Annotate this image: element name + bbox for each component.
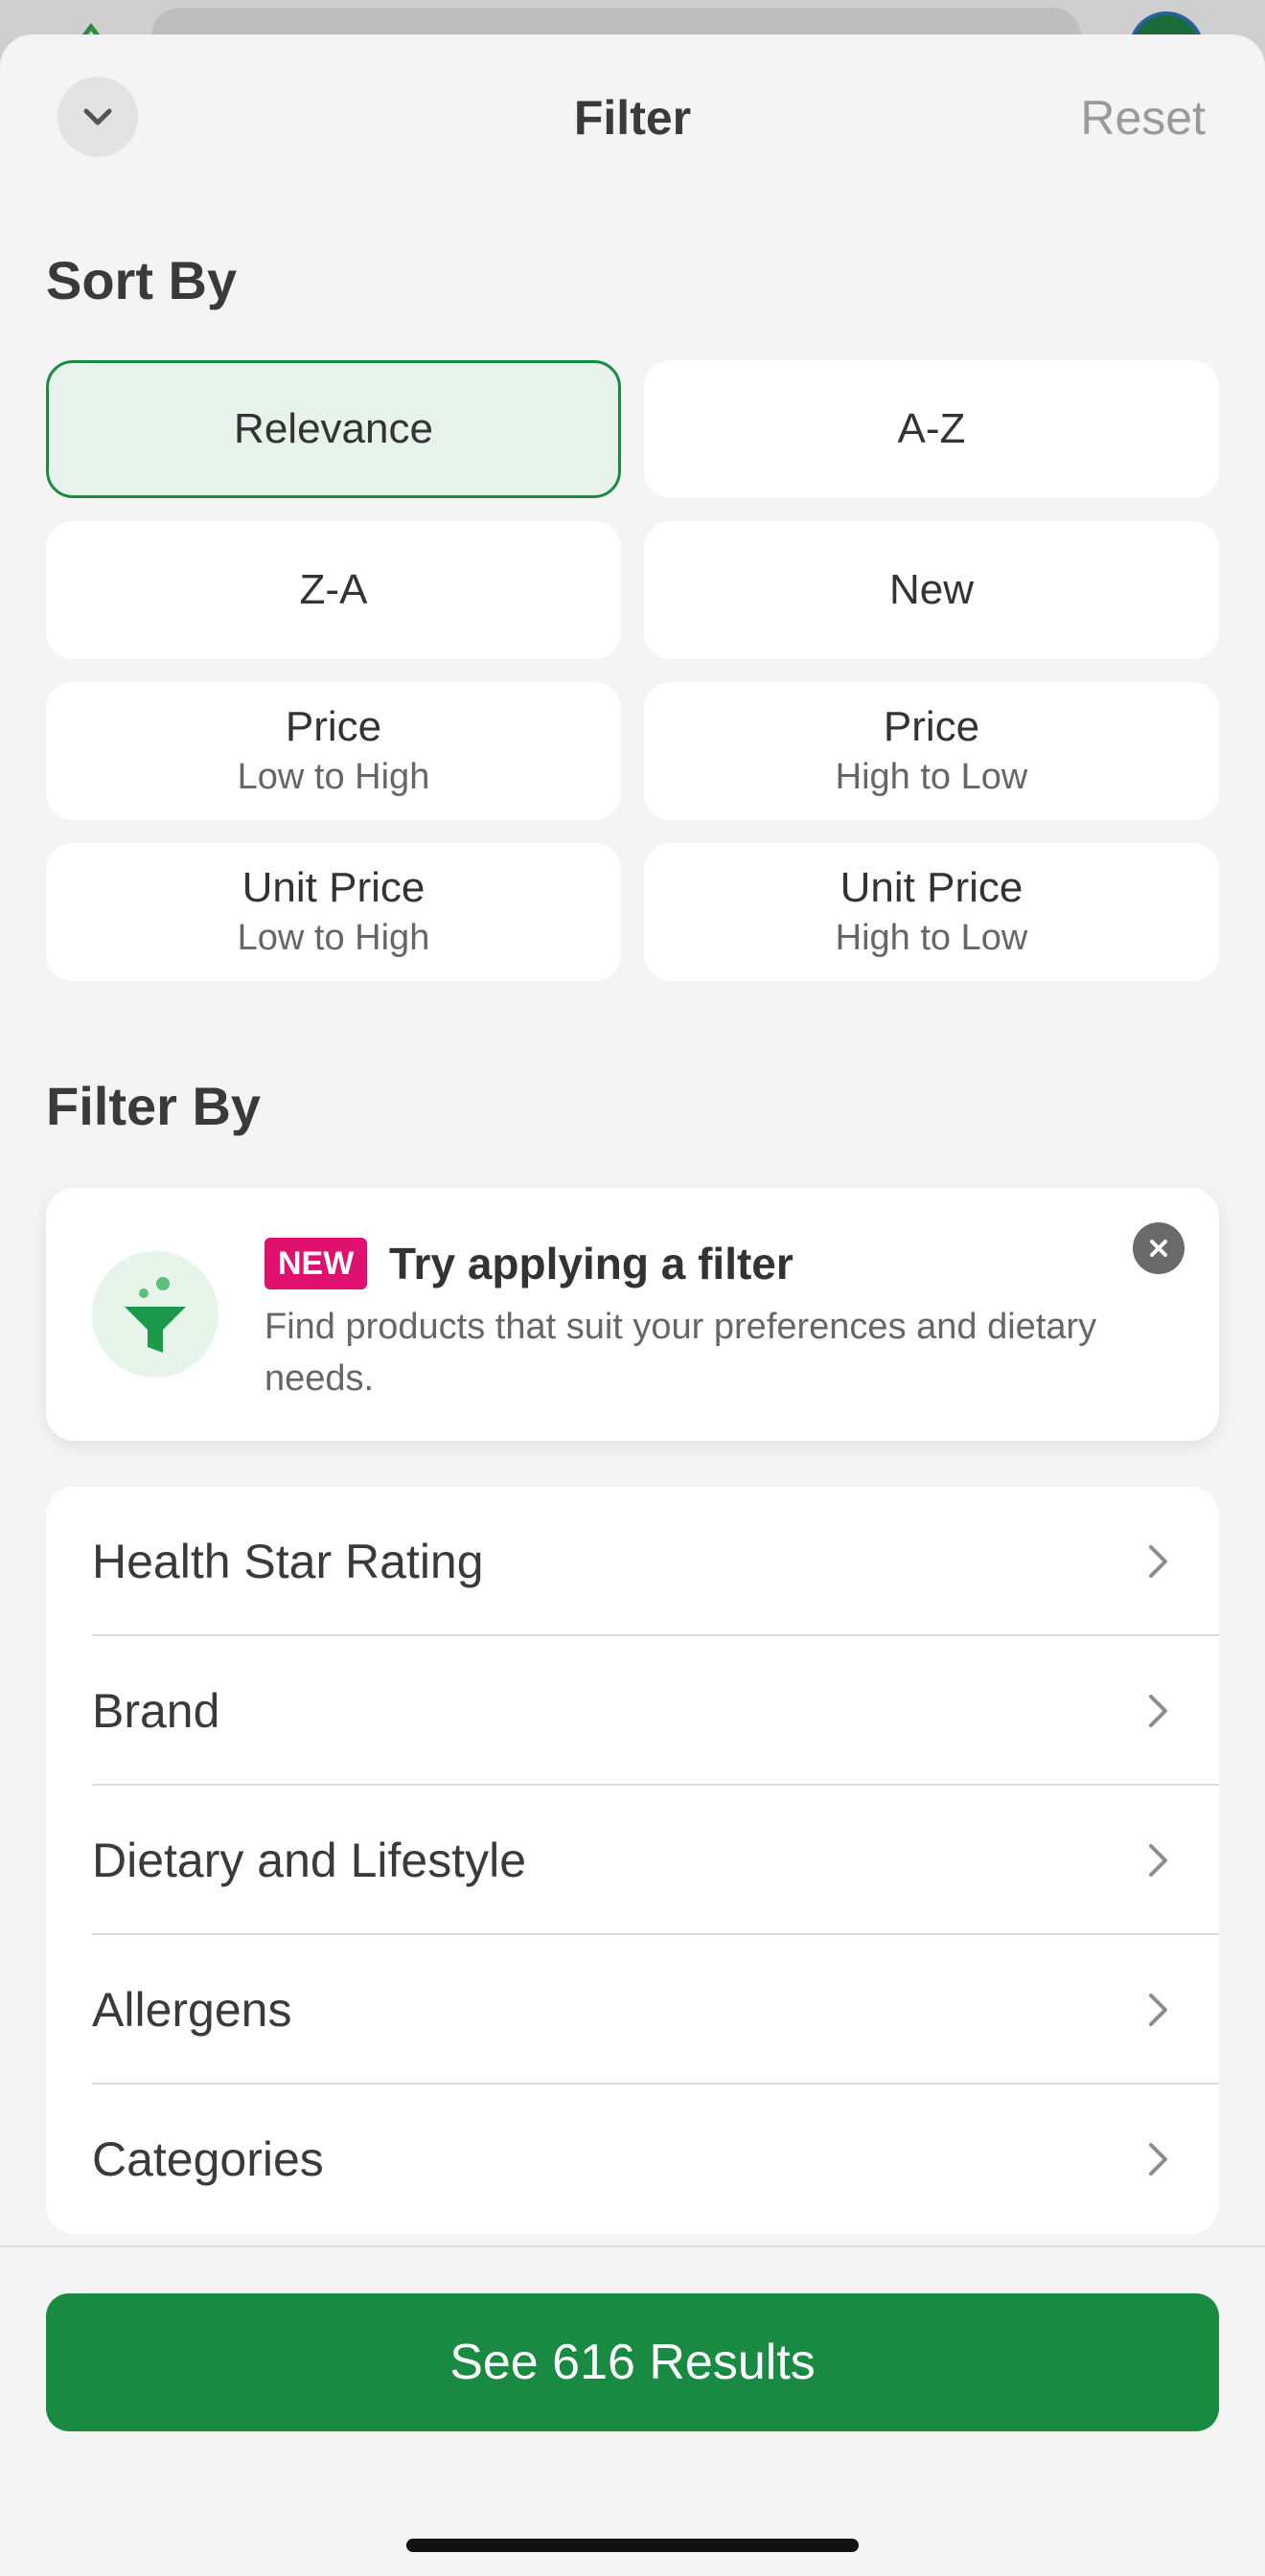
sort-option-label: A-Z [897,405,966,452]
sort-option-sublabel: Low to High [237,918,430,958]
filter-promo-card: NEW Try applying a filter Find products … [46,1188,1219,1441]
filter-item-label: Categories [92,2132,324,2186]
sort-option-sublabel: High to Low [835,757,1028,797]
sort-option-unit-price-high-low[interactable]: Unit Price High to Low [644,843,1219,981]
page-title: Filter [573,91,692,145]
home-indicator [406,2539,859,2552]
sort-option-sublabel: High to Low [835,918,1028,958]
sort-option-price-high-low[interactable]: Price High to Low [644,682,1219,820]
footer-divider [0,2245,1265,2247]
sort-option-label: Price [883,703,980,750]
sort-option-new[interactable]: New [644,521,1219,659]
filter-item-dietary-and-lifestyle[interactable]: Dietary and Lifestyle [46,1786,1219,1935]
sort-option-label: Unit Price [242,864,426,911]
filter-item-label: Allergens [92,1983,292,2037]
sort-option-price-low-high[interactable]: Price Low to High [46,682,621,820]
chevron-right-icon [1149,1695,1167,1727]
sheet-header: Filter Reset [0,34,1265,197]
filter-item-categories[interactable]: Categories [46,2085,1219,2234]
chevron-right-icon [1149,1545,1167,1578]
filter-funnel-icon [92,1251,218,1378]
sort-option-z-a[interactable]: Z-A [46,521,621,659]
sort-option-label: Relevance [234,405,433,452]
see-results-button[interactable]: See 616 Results [46,2293,1219,2431]
chevron-right-icon [1149,1994,1167,2026]
sort-option-unit-price-low-high[interactable]: Unit Price Low to High [46,843,621,981]
filter-item-label: Dietary and Lifestyle [92,1834,527,1887]
filter-list: Health Star Rating Brand Dietary and Lif… [46,1487,1219,2234]
filter-item-allergens[interactable]: Allergens [46,1935,1219,2085]
sort-option-label: Price [285,703,382,750]
filter-item-label: Brand [92,1684,220,1738]
promo-close-button[interactable] [1133,1222,1184,1274]
promo-title: Try applying a filter [389,1239,794,1288]
sort-option-label: Unit Price [840,864,1024,911]
filter-item-brand[interactable]: Brand [46,1636,1219,1786]
sort-by-heading: Sort By [46,250,238,310]
promo-description: Find products that suit your preferences… [264,1307,1097,1399]
sort-option-label: New [888,566,975,613]
sort-option-relevance[interactable]: Relevance [46,360,621,498]
filter-sheet: Filter Reset Sort By Relevance A-Z Z-A N… [0,34,1265,2576]
chevron-right-icon [1149,1844,1167,1877]
sort-option-label: Z-A [299,566,368,613]
new-badge: NEW [264,1238,368,1289]
filter-by-heading: Filter By [46,1076,262,1136]
filter-item-label: Health Star Rating [92,1535,484,1588]
reset-button[interactable]: Reset [1080,84,1206,151]
sort-option-a-z[interactable]: A-Z [644,360,1219,498]
close-icon [1150,1240,1167,1257]
chevron-right-icon [1149,2143,1167,2176]
filter-item-health-star-rating[interactable]: Health Star Rating [46,1487,1219,1636]
sort-option-sublabel: Low to High [237,757,430,797]
